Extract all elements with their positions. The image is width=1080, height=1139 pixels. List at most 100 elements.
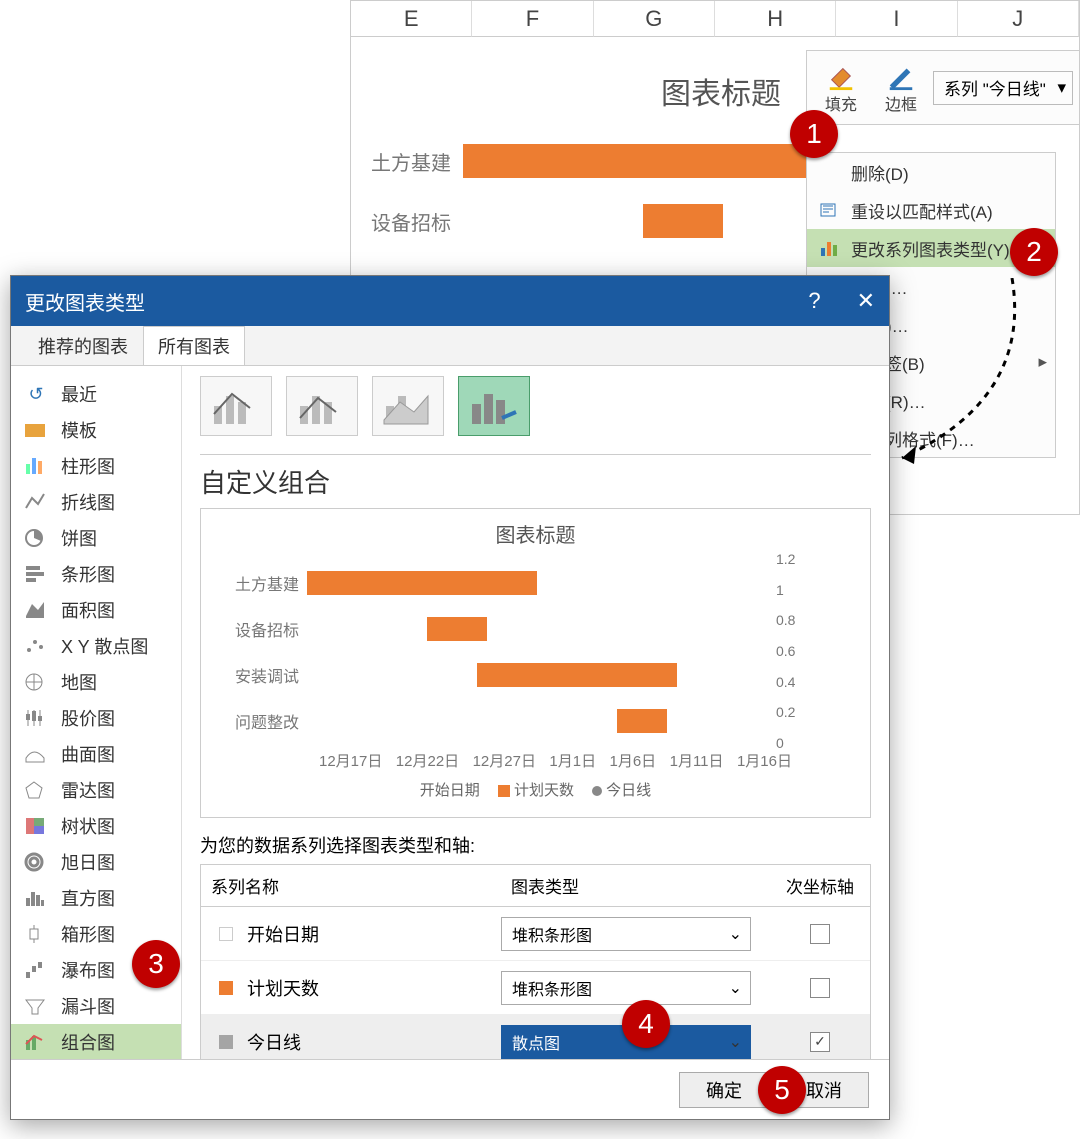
- radar-icon: [23, 780, 49, 800]
- funnel-icon: [23, 996, 49, 1016]
- cat-line[interactable]: 折线图: [11, 484, 181, 520]
- chart-icon: [817, 236, 841, 260]
- legend-dot-icon: [592, 786, 602, 796]
- callout-5: 5: [758, 1066, 806, 1114]
- cat-bar[interactable]: 条形图: [11, 556, 181, 592]
- col-header[interactable]: E: [351, 1, 472, 37]
- col-chart-type: 图表类型: [501, 865, 770, 906]
- help-button[interactable]: ?: [808, 288, 820, 314]
- col-header[interactable]: H: [715, 1, 836, 37]
- stock-icon: [23, 708, 49, 728]
- cat-column[interactable]: 柱形图: [11, 448, 181, 484]
- pv-bar: [617, 709, 667, 733]
- pv-label: 安装调试: [219, 663, 299, 687]
- treemap-icon: [23, 816, 49, 836]
- bar-segment[interactable]: [643, 204, 723, 238]
- fill-label: 填充: [825, 91, 857, 115]
- cat-funnel[interactable]: 漏斗图: [11, 988, 181, 1024]
- border-button[interactable]: 边框: [873, 55, 929, 120]
- folder-icon: [23, 420, 49, 440]
- dialog-tabs: 推荐的图表 所有图表: [11, 326, 889, 366]
- cat-surface[interactable]: 曲面图: [11, 736, 181, 772]
- col-header[interactable]: I: [836, 1, 957, 37]
- border-label: 边框: [885, 91, 917, 115]
- chart-type-select[interactable]: 堆积条形图⌄: [501, 971, 751, 1005]
- cat-scatter[interactable]: X Y 散点图: [11, 628, 181, 664]
- chart-options-pane: 自定义组合 图表标题 1.210.80.60.40.20 土方基建 设备招标 安…: [181, 366, 889, 1059]
- combo-icon: [23, 1032, 49, 1052]
- chart-type-select[interactable]: 堆积条形图⌄: [501, 917, 751, 951]
- pv-bar: [307, 571, 537, 595]
- series-swatch: [219, 1035, 233, 1049]
- col-header[interactable]: F: [472, 1, 593, 37]
- combo-subtype-3[interactable]: [372, 376, 444, 436]
- embedded-chart[interactable]: 土方基建 设备招标: [361, 131, 821, 251]
- cat-map[interactable]: 地图: [11, 664, 181, 700]
- series-swatch: [219, 927, 233, 941]
- combo-subtype-custom[interactable]: [458, 376, 530, 436]
- series-selector[interactable]: 系列 "今日线" ▾: [933, 71, 1073, 105]
- series-name: 开始日期: [243, 921, 501, 947]
- close-button[interactable]: ✕: [857, 288, 875, 314]
- series-caption: 为您的数据系列选择图表类型和轴:: [200, 832, 871, 858]
- legend-swatch-icon: [498, 785, 510, 797]
- cat-stock[interactable]: 股价图: [11, 700, 181, 736]
- pv-label: 土方基建: [219, 571, 299, 595]
- separator: [200, 454, 871, 455]
- pv-bar: [477, 663, 677, 687]
- cat-pie[interactable]: 饼图: [11, 520, 181, 556]
- sunburst-icon: [23, 852, 49, 872]
- change-chart-type-dialog: 更改图表类型 ? ✕ 推荐的图表 所有图表 ↺最近 模板 柱形图 折线图 饼图 …: [10, 275, 890, 1120]
- chart-title[interactable]: 图表标题: [661, 69, 781, 113]
- cat-sunburst[interactable]: 旭日图: [11, 844, 181, 880]
- secondary-axis-checkbox[interactable]: [810, 924, 830, 944]
- tab-recommended[interactable]: 推荐的图表: [23, 326, 143, 365]
- paint-bucket-icon: [826, 61, 856, 91]
- col-header[interactable]: G: [594, 1, 715, 37]
- dialog-title-text: 更改图表类型: [25, 287, 145, 316]
- boxplot-icon: [23, 924, 49, 944]
- ok-button[interactable]: 确定: [679, 1072, 769, 1108]
- bar-chart-icon: [23, 564, 49, 584]
- dialog-titlebar[interactable]: 更改图表类型 ? ✕: [11, 276, 889, 326]
- cat-histogram[interactable]: 直方图: [11, 880, 181, 916]
- series-table-header: 系列名称 图表类型 次坐标轴: [201, 865, 870, 907]
- combo-subtype-1[interactable]: [200, 376, 272, 436]
- cat-treemap[interactable]: 树状图: [11, 808, 181, 844]
- secondary-axis-checkbox[interactable]: ✓: [810, 1032, 830, 1052]
- cat-recent[interactable]: ↺最近: [11, 376, 181, 412]
- series-row-start-date: 开始日期 堆积条形图⌄: [201, 907, 870, 961]
- map-icon: [23, 672, 49, 692]
- ctx-delete[interactable]: 删除(D): [807, 153, 1055, 191]
- callout-4: 4: [622, 1000, 670, 1048]
- combo-heading: 自定义组合: [200, 463, 871, 500]
- cat-radar[interactable]: 雷达图: [11, 772, 181, 808]
- histogram-icon: [23, 888, 49, 908]
- cat-combo[interactable]: 组合图: [11, 1024, 181, 1059]
- area-chart-icon: [23, 600, 49, 620]
- tab-all-charts[interactable]: 所有图表: [143, 326, 245, 365]
- series-selector-text: 系列 "今日线": [944, 75, 1046, 100]
- pen-icon: [886, 61, 916, 91]
- ctx-reset-style[interactable]: 重设以匹配样式(A): [807, 191, 1055, 229]
- waterfall-icon: [23, 960, 49, 980]
- category-label: 土方基建: [361, 147, 451, 176]
- chevron-down-icon: ⌄: [729, 978, 742, 998]
- surface-icon: [23, 744, 49, 764]
- cat-templates[interactable]: 模板: [11, 412, 181, 448]
- series-name: 今日线: [243, 1029, 501, 1055]
- category-label: 设备招标: [361, 207, 451, 236]
- series-name: 计划天数: [243, 975, 501, 1001]
- callout-1: 1: [790, 110, 838, 158]
- bar-segment[interactable]: [463, 144, 813, 178]
- mini-toolbar: 填充 边框 系列 "今日线" ▾: [806, 50, 1080, 125]
- chevron-down-icon: ▾: [1057, 78, 1066, 98]
- col-header[interactable]: J: [958, 1, 1079, 37]
- callout-2: 2: [1010, 228, 1058, 276]
- reset-icon: [817, 198, 841, 222]
- combo-subtype-2[interactable]: [286, 376, 358, 436]
- pie-chart-icon: [23, 528, 49, 548]
- subtype-row: [200, 376, 871, 436]
- secondary-axis-checkbox[interactable]: [810, 978, 830, 998]
- cat-area[interactable]: 面积图: [11, 592, 181, 628]
